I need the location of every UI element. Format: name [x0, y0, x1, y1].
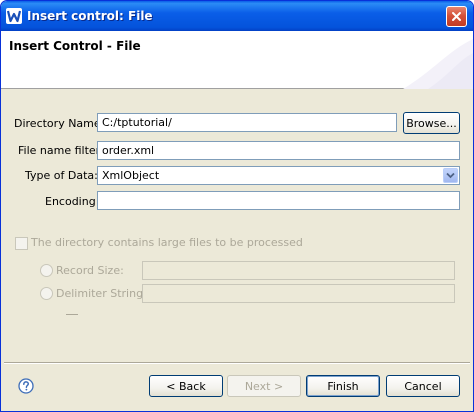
file-name-filter-label: File name filter:: [18, 144, 104, 157]
record-size-label: Record Size:: [56, 264, 124, 277]
help-icon[interactable]: [18, 378, 34, 394]
banner-title: Insert Control - File: [9, 39, 141, 53]
delimiter-string-label: Delimiter String:: [56, 287, 147, 300]
next-button-label: Next >: [244, 379, 284, 393]
type-of-data-value: XmlObject: [102, 169, 160, 182]
banner-header: Insert Control - File: [1, 31, 473, 89]
large-files-checkbox[interactable]: [15, 237, 28, 250]
banner-decoration: [403, 39, 473, 89]
encoding-field[interactable]: [97, 191, 460, 210]
cancel-button-label: Cancel: [404, 379, 442, 393]
next-button[interactable]: Next >: [227, 375, 301, 397]
window-title: Insert control: File: [27, 9, 153, 23]
title-bar[interactable]: Insert control: File: [1, 1, 473, 31]
delimiter-string-field[interactable]: [142, 284, 455, 303]
cancel-button[interactable]: Cancel: [386, 375, 460, 397]
delimiter-string-radio[interactable]: [40, 287, 53, 300]
back-button-label: < Back: [166, 379, 206, 393]
encoding-label: Encoding:: [45, 195, 100, 208]
file-name-filter-field[interactable]: order.xml: [97, 141, 460, 160]
back-button[interactable]: < Back: [149, 375, 223, 397]
type-of-data-label: Type of Data:: [25, 169, 98, 182]
type-of-data-select[interactable]: XmlObject: [97, 166, 460, 185]
record-size-radio[interactable]: [40, 264, 53, 277]
close-button[interactable]: [446, 6, 467, 27]
browse-button[interactable]: Browse...: [403, 112, 460, 134]
browse-button-label: Browse...: [406, 116, 457, 130]
app-w-icon: [6, 8, 22, 24]
finish-button-label: Finish: [327, 379, 359, 393]
divider-dash: [66, 314, 78, 315]
record-size-field[interactable]: [142, 261, 455, 280]
chevron-down-icon[interactable]: [443, 168, 458, 183]
directory-name-label: Directory Name:: [14, 117, 105, 130]
directory-name-field[interactable]: C:/tptutorial/: [97, 113, 397, 132]
button-bar-separator: [4, 362, 470, 364]
finish-button[interactable]: Finish: [306, 375, 380, 397]
dialog-window: Insert control: File Insert Control - Fi…: [0, 0, 474, 412]
close-icon: [452, 12, 461, 21]
large-files-label: The directory contains large files to be…: [31, 236, 303, 249]
